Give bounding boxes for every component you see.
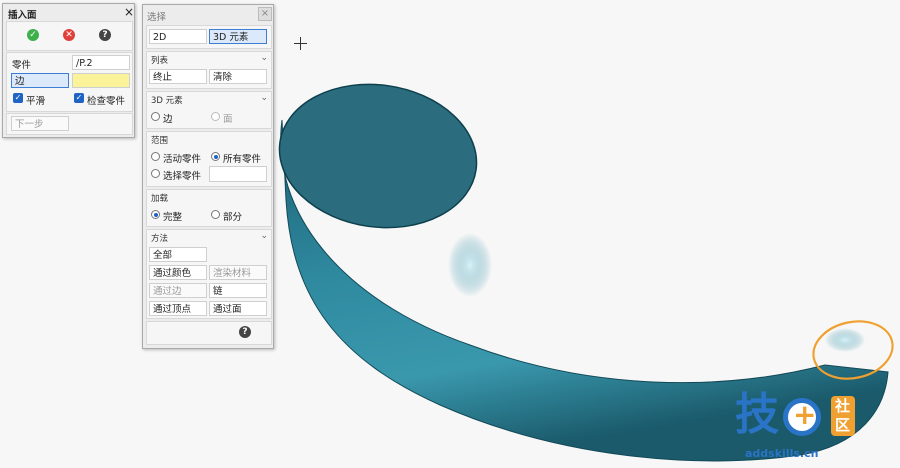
select-part-radio[interactable] [151,169,160,178]
part-label: 零件 [12,60,32,71]
watermark: 技 + 社 区 addskills.cn [735,389,895,464]
question-circle-icon[interactable]: ? [239,326,251,338]
mode-section: 2D 3D 元素 [146,25,272,49]
method-section-title: 方法 [151,234,169,244]
all-button[interactable]: 全部 [149,247,207,262]
active-part-label: 活动零件 [163,154,202,165]
smooth-checkbox[interactable]: ✓ [13,93,23,103]
insert-face-panel: 插入面 × ✓ ✕ ? 零件 /P.2 边 ✓ 平滑 ✓ 检查零件 下一步 [2,3,135,138]
mode-2d-button[interactable]: 2D [149,29,207,44]
check-part-label: 检查零件 [87,96,126,107]
stop-button[interactable]: 终止 [149,69,207,84]
watermark-community-box: 社 区 [831,396,855,436]
chevron-down-icon[interactable]: ⌄ [260,53,268,63]
complete-label: 完整 [163,212,183,223]
mode-3d-button[interactable]: 3D 元素 [209,29,267,44]
check-circle-icon[interactable]: ✓ [27,29,39,41]
panel-title: 插入面 [8,10,37,21]
list-section: 列表 ⌄ 终止 清除 [146,51,272,89]
watermark-brand-char: 技 [735,389,779,440]
action-bar: ✓ ✕ ? [6,21,133,51]
select-part-label: 选择零件 [163,171,202,182]
3d-elements-section: 3D 元素 ⌄ 边 面 [146,91,272,129]
next-step-group: 下一步 [6,113,133,135]
chain-button[interactable]: 链 [209,283,267,298]
chevron-down-icon[interactable]: ⌄ [260,93,268,103]
3d-elements-section-title: 3D 元素 [151,96,183,106]
active-part-radio[interactable] [151,152,160,161]
panel-title: 选择 [147,12,167,23]
render-material-button[interactable]: 渲染材料 [209,265,267,280]
chevron-down-icon[interactable]: ⌄ [260,231,268,241]
list-section-title: 列表 [151,56,169,66]
help-section: ? [146,321,272,345]
plus-icon: + [793,398,817,431]
next-step-button[interactable]: 下一步 [11,116,69,131]
edge-value-field[interactable] [72,73,130,88]
watermark-plus-badge: + [783,398,821,436]
selection-panel: 选择 × 2D 3D 元素 列表 ⌄ 终止 清除 3D 元素 ⌄ 边 面 范围 … [142,4,274,349]
by-face-button[interactable]: 通过面 [209,301,267,316]
x-circle-icon[interactable]: ✕ [63,29,75,41]
by-color-button[interactable]: 通过颜色 [149,265,207,280]
all-parts-label: 所有零件 [223,154,262,165]
load-section: 加载 完整 部分 [146,189,272,227]
face-radio-label: 面 [223,114,233,125]
edge-field[interactable]: 边 [11,73,69,88]
check-part-checkbox[interactable]: ✓ [74,93,84,103]
tube-highlight-2 [825,328,865,352]
all-parts-radio[interactable] [211,152,220,161]
select-part-field[interactable] [209,166,267,182]
smooth-label: 平滑 [26,96,46,107]
range-section: 范围 活动零件 所有零件 选择零件 [146,131,272,187]
question-circle-icon[interactable]: ? [99,29,111,41]
by-vertex-button[interactable]: 通过顶点 [149,301,207,316]
partial-label: 部分 [223,212,243,223]
clear-button[interactable]: 清除 [209,69,267,84]
params-group: 零件 /P.2 边 ✓ 平滑 ✓ 检查零件 [6,52,133,112]
tube-end-face-top [278,83,478,229]
edge-radio[interactable] [151,112,160,121]
edge-radio-label: 边 [163,114,173,125]
by-edge-button[interactable]: 通过边 [149,283,207,298]
part-field[interactable]: /P.2 [72,55,130,70]
watermark-community-top: 社 [835,397,851,415]
method-section: 方法 ⌄ 全部 通过颜色 渲染材料 通过边 链 通过顶点 通过面 [146,229,272,319]
tube-highlight [448,233,492,297]
watermark-community-bottom: 区 [835,416,851,434]
range-section-title: 范围 [151,136,169,146]
load-section-title: 加载 [151,194,169,204]
close-icon[interactable]: × [124,5,134,19]
complete-radio[interactable] [151,210,160,219]
face-radio[interactable] [211,112,220,121]
watermark-domain: addskills.cn [745,447,819,460]
partial-radio[interactable] [211,210,220,219]
close-icon[interactable]: × [258,7,272,21]
